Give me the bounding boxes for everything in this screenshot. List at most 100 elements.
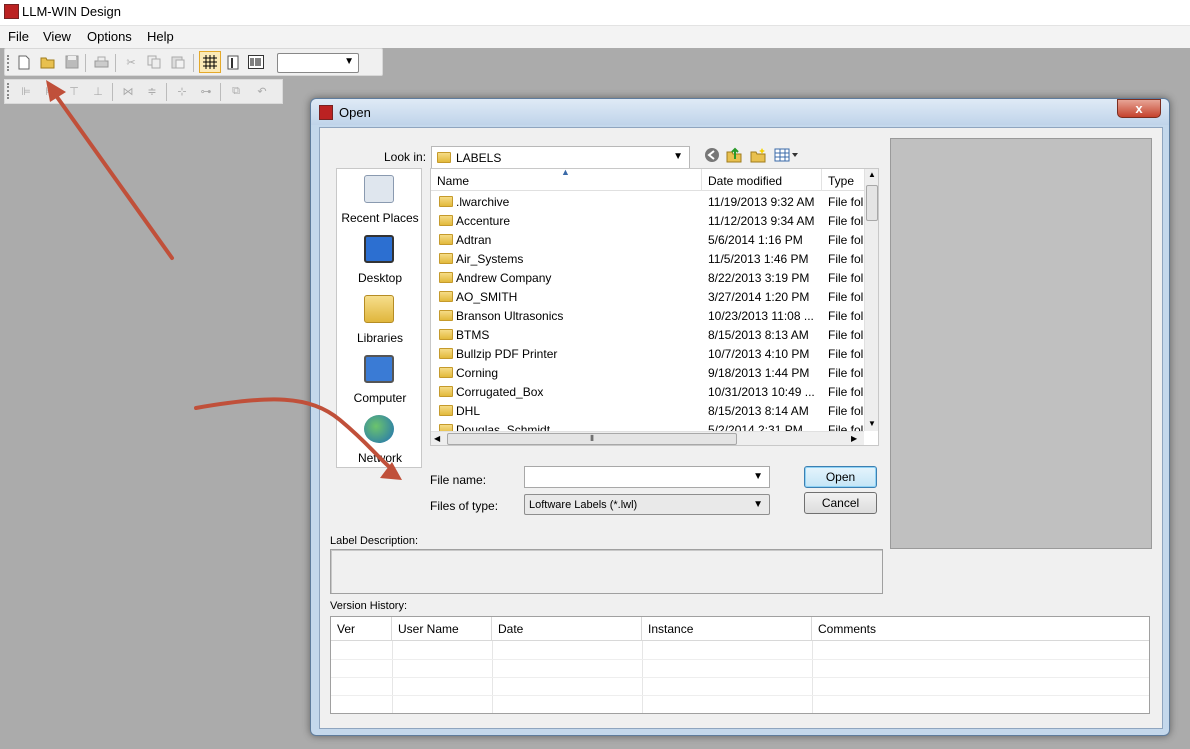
cut-icon[interactable]: ✂: [122, 53, 140, 71]
scroll-thumb[interactable]: ⦀: [447, 433, 737, 445]
file-row[interactable]: AO_SMITH 3/27/2014 1:20 PM File fol: [431, 287, 864, 306]
barcode-icon[interactable]: [247, 53, 265, 71]
file-row[interactable]: Andrew Company 8/22/2013 3:19 PM File fol: [431, 268, 864, 287]
zoom-select[interactable]: ▼: [277, 53, 359, 73]
file-date-cell: 10/31/2013 10:49 ...: [708, 385, 815, 399]
column-header-type[interactable]: Type: [822, 169, 864, 191]
view-menu-button[interactable]: [774, 147, 800, 166]
up-folder-button[interactable]: [726, 147, 742, 166]
align-top-icon[interactable]: ⊤: [65, 82, 83, 100]
main-toolbar: ✂ ▼: [4, 48, 383, 76]
look-in-select[interactable]: LABELS ▼: [431, 146, 690, 169]
space-horizontal-icon[interactable]: ⋈: [119, 82, 137, 100]
place-label: Computer: [353, 391, 407, 405]
file-row[interactable]: BTMS 8/15/2013 8:13 AM File fol: [431, 325, 864, 344]
save-icon[interactable]: [63, 53, 81, 71]
undo-icon[interactable]: ↶: [253, 82, 271, 100]
menu-bar: File View Options Help: [0, 26, 1190, 48]
file-row[interactable]: Branson Ultrasonics 10/23/2013 11:08 ... F…: [431, 306, 864, 325]
file-name-cell: Air_Systems: [456, 252, 524, 266]
toolbar-separator: [220, 83, 221, 101]
menu-help[interactable]: Help: [147, 29, 174, 44]
sort-up-icon: ▲: [561, 168, 570, 177]
dialog-title-bar[interactable]: Open x: [311, 99, 1169, 125]
open-button[interactable]: Open: [804, 466, 877, 488]
column-header-name[interactable]: Name ▲: [431, 169, 702, 191]
open-icon[interactable]: [39, 53, 57, 71]
grid-line: [331, 677, 1149, 678]
place-computer[interactable]: Computer: [337, 351, 423, 411]
version-column-instance[interactable]: Instance: [642, 617, 812, 641]
file-type-cell: File fol: [828, 404, 864, 418]
vertical-scrollbar[interactable]: ▲ ▼: [864, 169, 878, 431]
file-row[interactable]: DHL 8/15/2013 8:14 AM File fol: [431, 401, 864, 420]
chevron-down-icon[interactable]: ▼: [753, 471, 763, 482]
print-icon[interactable]: [92, 53, 110, 71]
file-date-cell: 5/6/2014 1:16 PM: [708, 233, 803, 247]
file-name-cell: Andrew Company: [456, 271, 552, 285]
grid-line: [331, 695, 1149, 696]
new-icon[interactable]: [15, 53, 33, 71]
paste-icon[interactable]: [169, 53, 187, 71]
file-row[interactable]: Accenture 11/12/2013 9:34 AM File fol: [431, 211, 864, 230]
grid-line: [331, 659, 1149, 660]
scroll-thumb[interactable]: [866, 185, 878, 221]
file-name-input[interactable]: ▼: [524, 466, 770, 488]
file-row[interactable]: Corning 9/18/2013 1:44 PM File fol: [431, 363, 864, 382]
place-libraries[interactable]: Libraries: [337, 291, 423, 351]
place-label: Libraries: [356, 331, 404, 345]
menu-file[interactable]: File: [8, 29, 29, 44]
file-date-cell: 11/5/2013 1:46 PM: [708, 252, 809, 266]
file-row[interactable]: .lwarchive 11/19/2013 9:32 AM File fol: [431, 192, 864, 211]
align-right-icon[interactable]: ⊨: [41, 82, 59, 100]
place-desktop[interactable]: Desktop: [337, 231, 423, 291]
label-description-box: [330, 549, 883, 594]
close-button[interactable]: x: [1117, 99, 1161, 118]
chevron-down-icon: ▼: [753, 499, 763, 510]
align-left-icon[interactable]: ⊫: [17, 82, 35, 100]
rotate-icon[interactable]: ⧉: [227, 82, 245, 100]
file-list: Name ▲ Date modified Type .lwarchive 11/19…: [430, 168, 879, 446]
horizontal-scrollbar[interactable]: ◀ ⦀ ▶: [431, 431, 864, 445]
new-folder-button[interactable]: [750, 147, 766, 166]
version-column-date[interactable]: Date: [492, 617, 642, 641]
version-column-comments[interactable]: Comments: [812, 617, 1149, 641]
center-vertical-icon[interactable]: ⊹: [173, 82, 191, 100]
copy-icon[interactable]: [145, 53, 163, 71]
libraries-icon: [364, 295, 394, 323]
network-icon: [364, 415, 394, 443]
file-name-cell: Accenture: [456, 214, 511, 228]
toolbar-grip[interactable]: [7, 55, 10, 71]
folder-icon: [439, 386, 453, 397]
file-row[interactable]: Adtran 5/6/2014 1:16 PM File fol: [431, 230, 864, 249]
dialog-title: Open: [339, 105, 371, 120]
place-network[interactable]: Network: [337, 411, 423, 471]
close-icon: x: [1135, 101, 1143, 116]
scroll-up-icon[interactable]: ▲: [868, 170, 876, 179]
file-name-cell: DHL: [456, 404, 481, 418]
version-column-user[interactable]: User Name: [392, 617, 492, 641]
properties-icon[interactable]: [224, 53, 242, 71]
place-recent-places[interactable]: Recent Places: [337, 171, 423, 231]
space-vertical-icon[interactable]: ≑: [143, 82, 161, 100]
file-row[interactable]: Air_Systems 11/5/2013 1:46 PM File fol: [431, 249, 864, 268]
file-row[interactable]: Corrugated_Box 10/31/2013 10:49 ... File f…: [431, 382, 864, 401]
toolbar-grip[interactable]: [7, 83, 10, 99]
cancel-button[interactable]: Cancel: [804, 492, 877, 514]
version-column-ver[interactable]: Ver: [331, 617, 392, 641]
file-row[interactable]: Bullzip PDF Printer 10/7/2013 4:10 PM File…: [431, 344, 864, 363]
folder-icon: [439, 253, 453, 264]
menu-options[interactable]: Options: [87, 29, 132, 44]
align-bottom-icon[interactable]: ⊥: [89, 82, 107, 100]
desktop-icon: [364, 235, 394, 263]
scroll-left-icon[interactable]: ◀: [434, 434, 440, 443]
scroll-right-icon[interactable]: ▶: [851, 434, 857, 443]
files-of-type-select[interactable]: Loftware Labels (*.lwl) ▼: [524, 494, 770, 515]
grid-icon[interactable]: [199, 51, 221, 73]
scroll-down-icon[interactable]: ▼: [868, 419, 876, 428]
menu-view[interactable]: View: [43, 29, 71, 44]
back-button[interactable]: [704, 147, 720, 166]
column-header-date[interactable]: Date modified: [702, 169, 822, 191]
file-name-label: File name:: [430, 473, 487, 487]
center-horizontal-icon[interactable]: ⊶: [197, 82, 215, 100]
